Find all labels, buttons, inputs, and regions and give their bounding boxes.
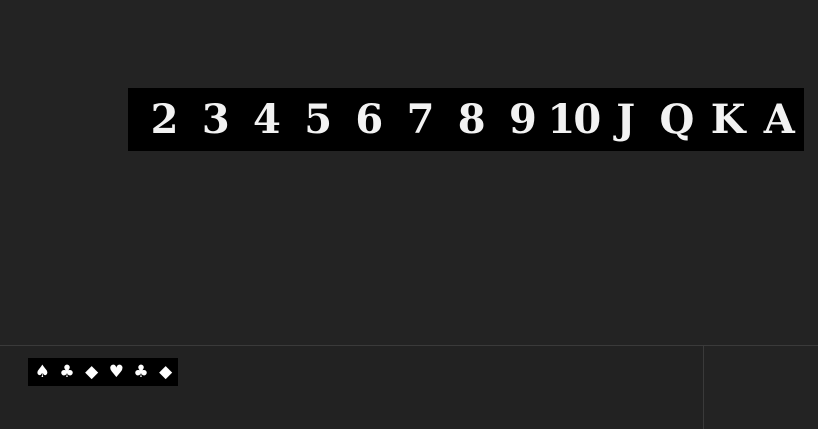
club-icon[interactable]: ♣ — [129, 363, 154, 381]
heart-icon[interactable]: ♥ — [104, 363, 129, 381]
rank-3[interactable]: 3 — [189, 99, 240, 140]
rank-ace[interactable]: A — [753, 99, 804, 140]
diamond-icon[interactable]: ◆ — [153, 363, 178, 381]
rank-4[interactable]: 4 — [240, 99, 291, 140]
game-board-area — [0, 0, 818, 345]
side-panel — [704, 346, 818, 429]
rank-5[interactable]: 5 — [292, 99, 343, 140]
rank-selector: 2 3 4 5 6 7 8 9 10 J Q K A — [128, 88, 804, 151]
club-icon[interactable]: ♣ — [55, 363, 80, 381]
suit-selector: ♠ ♣ ◆ ♥ ♣ ◆ — [28, 358, 178, 386]
rank-queen[interactable]: Q — [650, 99, 701, 140]
rank-9[interactable]: 9 — [496, 99, 547, 140]
rank-king[interactable]: K — [702, 99, 753, 140]
rank-10[interactable]: 10 — [548, 99, 602, 140]
rank-8[interactable]: 8 — [445, 99, 496, 140]
diamond-icon[interactable]: ◆ — [79, 363, 104, 381]
spade-icon[interactable]: ♠ — [30, 363, 55, 381]
rank-2[interactable]: 2 — [138, 99, 189, 140]
rank-6[interactable]: 6 — [343, 99, 394, 140]
rank-jack[interactable]: J — [599, 99, 650, 140]
rank-7[interactable]: 7 — [394, 99, 445, 140]
